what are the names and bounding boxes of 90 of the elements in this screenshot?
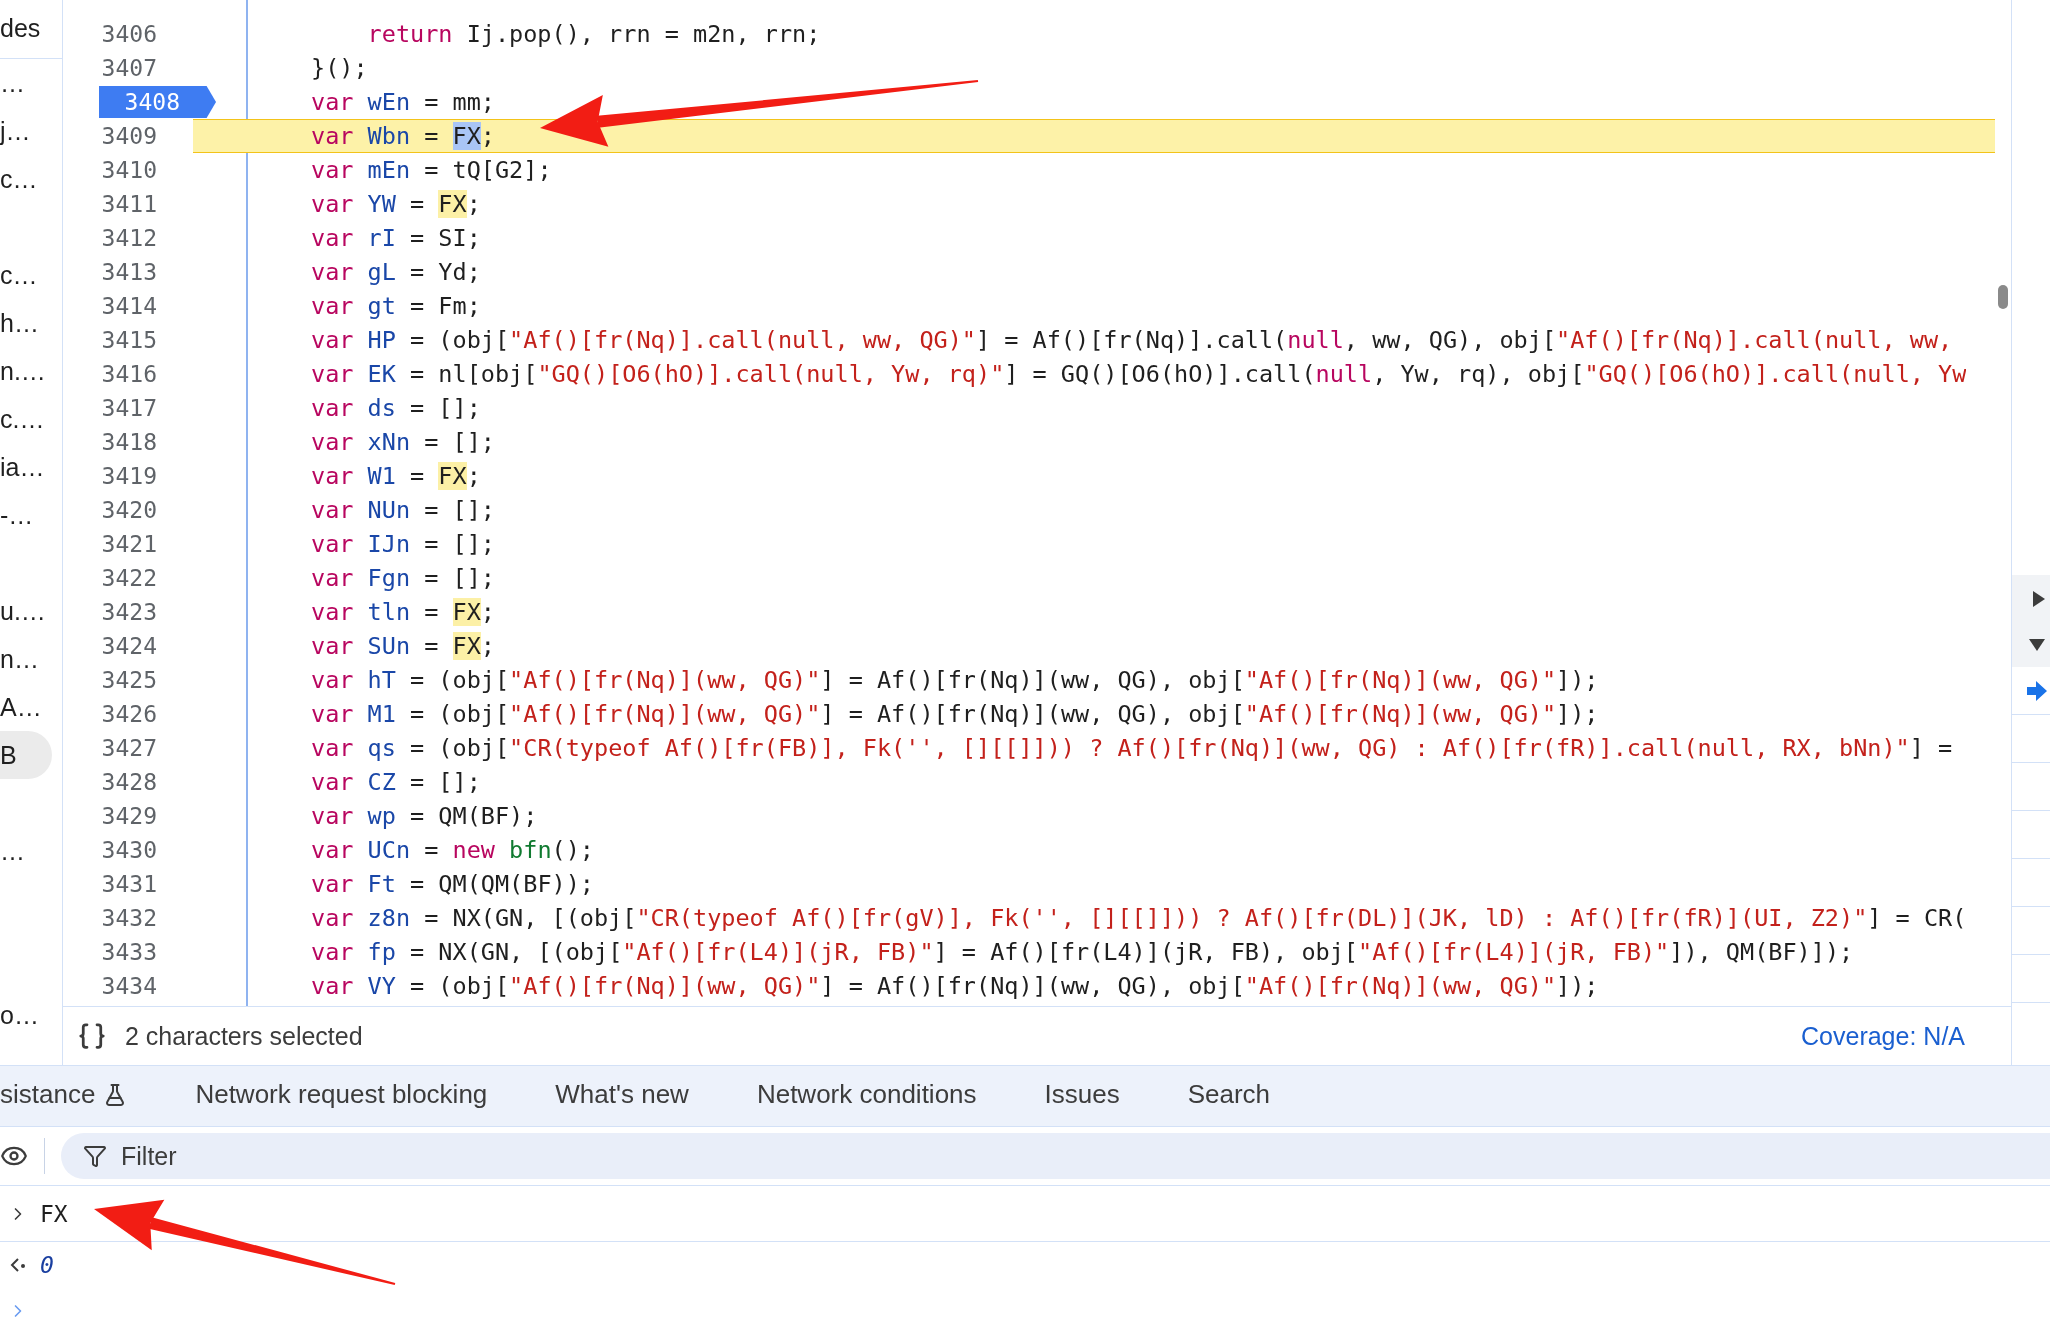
code-line: var W1 = FX; [310, 461, 481, 492]
code-line: var EK = nl[obj["GQ()[O6(hO)].call(null, Yw, rq)"] = GQ()[O6(hO)].call(null, Yw, rq), obj["GQ()[O6(hO)].call(null, Yw [310, 359, 1967, 390]
breakpoint-marker[interactable]: 3408 [98, 86, 216, 118]
file-item[interactable]: ia… [0, 443, 52, 491]
console-result-text: 0 [40, 1252, 54, 1278]
line-number[interactable]: 3421 [101, 528, 193, 560]
code-line: var VY = (obj["Af()[fr(Nq)](ww, QG)"] = Af()[fr(Nq)](ww, QG), obj["Af()[fr(Nq)](ww, QG)"]); [310, 971, 1599, 1002]
drawer-tab[interactable]: sistance [0, 1066, 162, 1126]
line-number[interactable]: 3431 [101, 868, 193, 900]
pretty-print-icon[interactable] [77, 1021, 107, 1051]
panel-header: des [0, 0, 62, 59]
code-line: var wp = QM(BF); [310, 801, 538, 832]
console-command-text: FX [40, 1200, 68, 1227]
file-item[interactable]: c… [0, 155, 52, 203]
triangle-right-icon[interactable] [2032, 590, 2046, 608]
file-item[interactable]: u.… [0, 587, 52, 635]
code-line: }(); [310, 53, 368, 84]
drawer-tab[interactable]: What's new [521, 1066, 723, 1126]
code-line: var gL = Yd; [310, 257, 481, 288]
line-number[interactable]: 3412 [101, 222, 193, 254]
file-item[interactable]: -… [0, 491, 52, 539]
code-line: var mEn = tQ[G2]; [310, 155, 552, 186]
arrow-right-icon [2026, 679, 2048, 702]
line-number[interactable]: 3407 [101, 52, 193, 84]
code-line: var Fgn = []; [310, 563, 495, 594]
code-line: var SUn = FX; [310, 631, 495, 662]
scrollbar-thumb[interactable] [1998, 285, 2008, 309]
code-line: var gt = Fm; [310, 291, 481, 322]
line-number[interactable]: 3414 [101, 290, 193, 322]
line-number[interactable]: 3410 [101, 154, 193, 186]
line-number[interactable]: 3419 [101, 460, 193, 492]
file-item[interactable]: j… [0, 107, 52, 155]
line-number[interactable]: 3418 [101, 426, 193, 458]
code-line: return Ij.pop(), rrn = m2n, rrn; [366, 19, 821, 50]
file-item[interactable]: h… [0, 299, 52, 347]
file-item[interactable]: c.… [0, 395, 52, 443]
line-number[interactable]: 3417 [101, 392, 193, 424]
drawer-tab[interactable]: Issues [1010, 1066, 1154, 1126]
line-number[interactable]: 3423 [101, 596, 193, 628]
line-number[interactable]: 3416 [101, 358, 193, 390]
line-number[interactable]: 3429 [101, 800, 193, 832]
file-item[interactable]: B [0, 731, 52, 779]
file-item[interactable]: A… [0, 683, 52, 731]
file-item[interactable]: n.… [0, 347, 52, 395]
line-number[interactable]: 3422 [101, 562, 193, 594]
code-line: var hT = (obj["Af()[fr(Nq)](ww, QG)"] = Af()[fr(Nq)](ww, QG), obj["Af()[fr(Nq)](ww, QG)"]); [310, 665, 1599, 696]
line-number[interactable]: 3433 [101, 936, 193, 968]
line-number[interactable]: 3427 [101, 732, 193, 764]
filter-icon [83, 1144, 107, 1168]
code-line: var HP = (obj["Af()[fr(Nq)].call(null, ww, QG)"] = Af()[fr(Nq)].call(null, ww, QG), obj["Af()[fr(Nq)].call(null, ww, [310, 325, 1953, 356]
code-line: var rI = SI; [310, 223, 481, 254]
code-line: var M1 = (obj["Af()[fr(Nq)](ww, QG)"] = Af()[fr(Nq)](ww, QG), obj["Af()[fr(Nq)](ww, QG)"]); [310, 699, 1599, 730]
line-number[interactable]: 3425 [101, 664, 193, 696]
line-number[interactable]: 3409 [101, 120, 193, 152]
code-line: var Ft = QM(QM(BF)); [310, 869, 594, 900]
code-line: var qs = (obj["CR(typeof Af()[fr(FB)], Fk('', [][[]])) ? Af()[fr(Nq)](ww, QG) : Af()[fr(fR)].call(null, RX, bNn)"] = [310, 733, 1953, 764]
code-line: var tln = FX; [310, 597, 495, 628]
line-number[interactable]: 3424 [101, 630, 193, 662]
drawer-tab[interactable]: Network request blocking [161, 1066, 522, 1126]
file-item[interactable]: c… [0, 251, 52, 299]
code-line: var IJn = []; [310, 529, 495, 560]
file-item[interactable]: o… [0, 991, 52, 1039]
filter-field[interactable]: Filter [61, 1133, 2050, 1179]
drawer-tab[interactable]: Search [1153, 1066, 1305, 1126]
line-number[interactable]: 3426 [101, 698, 193, 730]
line-number[interactable]: 3413 [101, 256, 193, 288]
selection-status: 2 characters selected [125, 1021, 363, 1051]
coverage-link[interactable]: Coverage: N/A [1801, 1021, 1965, 1051]
code-line: var YW = FX; [310, 189, 481, 220]
line-number[interactable]: 3434 [101, 970, 193, 1002]
code-line: var CZ = []; [310, 767, 481, 798]
drawer-tab[interactable]: Network conditions [722, 1066, 1011, 1126]
code-line: var z8n = NX(GN, [(obj["CR(typeof Af()[fr(gV)], Fk('', [][[]])) ? Af()[fr(DL)](JK, lD) : Af()[fr(fR)](UI, Z2)"] = CR( [310, 903, 1967, 934]
code-line: var fp = NX(GN, [(obj["Af()[fr(L4)](jR, FB)"] = Af()[fr(L4)](jR, FB), obj["Af()[fr(L4)](jR, FB)"]), QM(BF)]); [310, 937, 1854, 968]
line-number[interactable]: 3411 [101, 188, 193, 220]
line-number[interactable]: 3415 [101, 324, 193, 356]
code-line: var UCn = new bfn(); [310, 835, 594, 866]
code-line: var NUn = []; [310, 495, 495, 526]
file-item[interactable]: n… [0, 635, 52, 683]
code-line: var xNn = []; [310, 427, 495, 458]
line-number[interactable]: 3406 [101, 18, 193, 50]
line-number[interactable]: 3432 [101, 902, 193, 934]
line-number[interactable]: 3420 [101, 494, 193, 526]
code-line: var wEn = mm; [310, 87, 495, 118]
file-item[interactable]: … [0, 827, 52, 875]
code-line: var ds = []; [310, 393, 481, 424]
triangle-down-icon[interactable] [2028, 638, 2046, 652]
line-number[interactable]: 3428 [101, 766, 193, 798]
line-number[interactable]: 3430 [101, 834, 193, 866]
file-item[interactable]: … [0, 59, 52, 107]
